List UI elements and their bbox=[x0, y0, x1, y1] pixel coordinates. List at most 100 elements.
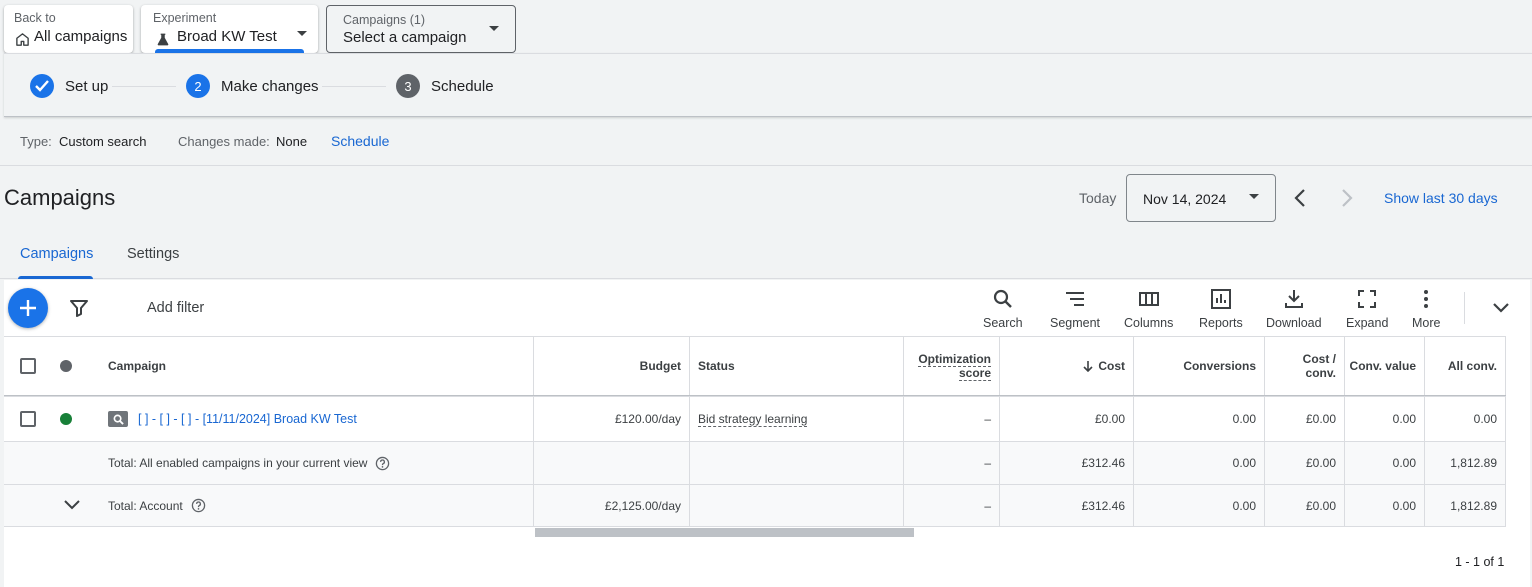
step-make-changes[interactable]: 2 Make changes bbox=[186, 74, 319, 98]
date-value: Nov 14, 2024 bbox=[1143, 191, 1227, 207]
changes-label: Changes made: bbox=[178, 134, 270, 149]
chevron-down-icon[interactable] bbox=[64, 498, 80, 510]
next-period-icon[interactable] bbox=[1337, 187, 1357, 209]
step-schedule[interactable]: 3 Schedule bbox=[396, 74, 494, 98]
conversions-cell: 0.00 bbox=[1134, 397, 1265, 441]
header-status[interactable]: Status bbox=[690, 337, 904, 395]
campaign-name-link[interactable]: [ ] - [ ] - [ ] - [11/11/2024] Broad KW … bbox=[138, 412, 357, 426]
enabled-status-dot[interactable] bbox=[52, 397, 80, 441]
back-label: Back to bbox=[14, 11, 56, 25]
toolbar-reports-button[interactable]: Reports bbox=[1199, 289, 1243, 330]
tool-label: Download bbox=[1266, 316, 1322, 330]
help-icon bbox=[191, 498, 205, 513]
help-icon bbox=[376, 456, 390, 470]
header-conversions[interactable]: Conversions bbox=[1134, 337, 1265, 395]
total-opt-cell: – bbox=[904, 442, 1000, 484]
page-title: Campaigns bbox=[4, 185, 116, 210]
experiment-info-bar: Type: Custom search Changes made: None S… bbox=[0, 118, 1532, 166]
header-cost-per-conv[interactable]: Cost / conv. bbox=[1265, 337, 1345, 395]
filter-icon[interactable] bbox=[70, 299, 88, 317]
header-budget[interactable]: Budget bbox=[534, 337, 690, 395]
chevron-down-icon bbox=[489, 26, 499, 31]
tool-label: Search bbox=[983, 316, 1023, 330]
horizontal-scrollbar[interactable] bbox=[535, 528, 914, 537]
previous-period-icon[interactable] bbox=[1290, 187, 1310, 209]
type-value: Custom search bbox=[59, 134, 147, 149]
total-opt-cell: – bbox=[904, 485, 1000, 526]
sort-descending-icon bbox=[1083, 361, 1093, 372]
back-to-all-campaigns-button[interactable]: Back to All campaigns bbox=[4, 5, 133, 53]
total-cost-cell: £312.46 bbox=[1000, 442, 1134, 484]
status-dot-header[interactable] bbox=[52, 337, 80, 395]
add-filter-input[interactable]: Add filter bbox=[147, 300, 204, 316]
status-cell: Bid strategy learning bbox=[690, 397, 904, 441]
schedule-link[interactable]: Schedule bbox=[331, 133, 389, 149]
back-value: All campaigns bbox=[34, 28, 128, 45]
toolbar-search-button[interactable]: Search bbox=[983, 289, 1023, 330]
experiment-label: Experiment bbox=[153, 11, 217, 25]
plus-icon bbox=[20, 300, 36, 316]
header-optimization-score[interactable]: Optimization score bbox=[904, 337, 1000, 395]
chevron-down-icon[interactable] bbox=[1492, 300, 1510, 314]
total-conversions-cell: 0.00 bbox=[1134, 442, 1265, 484]
home-icon bbox=[15, 32, 30, 47]
campaign-selector[interactable]: Campaigns (1) Select a campaign bbox=[326, 5, 516, 53]
campaign-cell: [ ] - [ ] - [ ] - [11/11/2024] Broad KW … bbox=[100, 397, 534, 441]
total-row: Total: All enabled campaigns in your cur… bbox=[4, 441, 1506, 484]
total-budget-cell bbox=[534, 442, 690, 484]
opt-score-cell: – bbox=[904, 397, 1000, 441]
add-campaign-button[interactable] bbox=[8, 288, 48, 328]
header-all-conv[interactable]: All conv. bbox=[1425, 337, 1506, 395]
show-last-30-days-link[interactable]: Show last 30 days bbox=[1384, 190, 1498, 206]
total-conversions-cell: 0.00 bbox=[1134, 485, 1265, 526]
tool-label: Reports bbox=[1199, 316, 1243, 330]
step-connector bbox=[112, 86, 176, 87]
step-set-up[interactable]: Set up bbox=[30, 74, 108, 98]
total-budget-cell: £2,125.00/day bbox=[534, 485, 690, 526]
header-conv-value[interactable]: Conv. value bbox=[1345, 337, 1425, 395]
experiment-selector[interactable]: Experiment Broad KW Test bbox=[141, 5, 318, 53]
campaigns-table-card: Add filter Search Segment Columns Report… bbox=[4, 280, 1530, 587]
all-conv-cell: 0.00 bbox=[1425, 397, 1506, 441]
chevron-down-icon bbox=[297, 31, 307, 36]
experiment-value: Broad KW Test bbox=[177, 28, 277, 45]
flask-icon bbox=[156, 32, 170, 47]
total-cost-per-conv-cell: £0.00 bbox=[1265, 485, 1345, 526]
toolbar-download-button[interactable]: Download bbox=[1266, 289, 1322, 330]
conv-value-cell: 0.00 bbox=[1345, 397, 1425, 441]
toolbar-columns-button[interactable]: Columns bbox=[1124, 289, 1173, 330]
pagination-text: 1 - 1 of 1 bbox=[1455, 555, 1505, 569]
toolbar-divider bbox=[1464, 292, 1465, 324]
tool-label: More bbox=[1412, 316, 1441, 330]
segment-icon bbox=[1066, 292, 1085, 306]
step-connector bbox=[322, 86, 386, 87]
status-text[interactable]: Bid strategy learning bbox=[698, 412, 808, 427]
tab-campaigns[interactable]: Campaigns bbox=[20, 246, 93, 262]
cost-per-conv-cell: £0.00 bbox=[1265, 397, 1345, 441]
tool-label: Columns bbox=[1124, 316, 1174, 330]
search-campaign-icon bbox=[108, 411, 128, 427]
active-tab-indicator bbox=[18, 276, 93, 279]
step-label: Set up bbox=[65, 77, 109, 95]
header-cost-label: Cost bbox=[1098, 359, 1125, 373]
experiment-stepper: Set up 2 Make changes 3 Schedule bbox=[4, 53, 1532, 117]
budget-cell[interactable]: £120.00/day bbox=[534, 397, 690, 441]
type-label: Type: bbox=[20, 134, 52, 149]
toolbar-expand-button[interactable]: Expand bbox=[1346, 289, 1388, 330]
more-vert-icon bbox=[1424, 290, 1429, 308]
date-range-picker[interactable]: Nov 14, 2024 bbox=[1126, 174, 1276, 222]
tab-settings[interactable]: Settings bbox=[127, 246, 179, 262]
total-cost-per-conv-cell: £0.00 bbox=[1265, 442, 1345, 484]
changes-value: None bbox=[276, 134, 308, 149]
total-cost-cell: £312.46 bbox=[1000, 485, 1134, 526]
header-cpc-line2: conv. bbox=[1305, 366, 1336, 380]
select-all-checkbox[interactable] bbox=[4, 337, 52, 395]
step-number: 2 bbox=[186, 74, 210, 98]
header-campaign[interactable]: Campaign bbox=[100, 337, 534, 395]
step-number: 3 bbox=[396, 74, 420, 98]
toolbar-segment-button[interactable]: Segment bbox=[1050, 289, 1100, 330]
today-label: Today bbox=[1079, 190, 1117, 206]
header-cost[interactable]: Cost bbox=[1000, 337, 1134, 395]
toolbar-more-button[interactable]: More bbox=[1412, 289, 1440, 330]
row-checkbox[interactable] bbox=[4, 397, 52, 441]
